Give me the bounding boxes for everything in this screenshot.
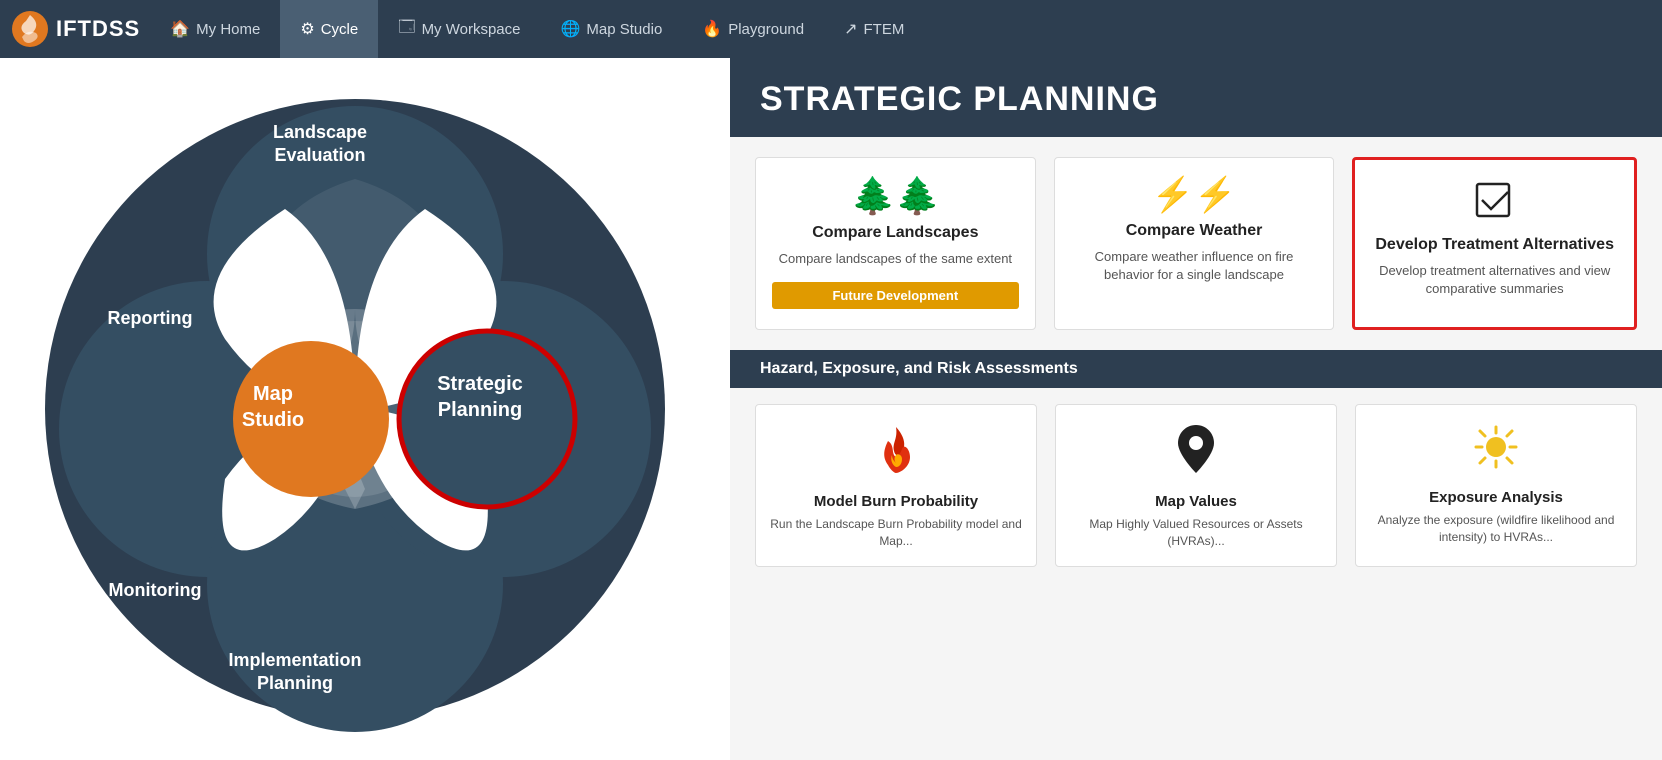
cycle-svg xyxy=(25,79,705,739)
map-values-card[interactable]: Map Values Map Highly Valued Resources o… xyxy=(1055,404,1337,567)
logo-icon xyxy=(10,9,50,49)
lightning-icon: ⚡⚡ xyxy=(1152,178,1237,212)
app-logo: IFTDSS xyxy=(10,9,140,49)
model-burn-desc: Run the Landscape Burn Probability model… xyxy=(770,516,1022,550)
compare-weather-title: Compare Weather xyxy=(1126,222,1263,240)
workspace-icon: 🗔 xyxy=(398,16,415,43)
exposure-analysis-desc: Analyze the exposure (wildfire likelihoo… xyxy=(1370,512,1622,546)
cycle-container: LandscapeEvaluation Reporting Monitoring… xyxy=(25,79,705,739)
flame-icon: 🔥 xyxy=(702,19,722,39)
compare-landscapes-title: Compare Landscapes xyxy=(812,224,978,242)
page-title: STRATEGIC PLANNING xyxy=(760,80,1632,119)
model-burn-card[interactable]: Model Burn Probability Run the Landscape… xyxy=(755,404,1037,567)
exposure-analysis-card[interactable]: Exposure Analysis Analyze the exposure (… xyxy=(1355,404,1637,567)
top-cards-section: 🌲🌲 Compare Landscapes Compare landscapes… xyxy=(730,137,1662,340)
develop-treatment-title: Develop Treatment Alternatives xyxy=(1375,236,1614,254)
fire-icon xyxy=(874,423,918,485)
map-values-title: Map Values xyxy=(1155,493,1237,510)
develop-treatment-desc: Develop treatment alternatives and view … xyxy=(1371,262,1618,307)
develop-treatment-card[interactable]: Develop Treatment Alternatives Develop t… xyxy=(1352,157,1637,330)
future-development-badge: Future Development xyxy=(772,282,1019,309)
nav-playground[interactable]: 🔥 Playground xyxy=(682,0,824,58)
sun-icon xyxy=(1472,423,1520,481)
main-layout: LandscapeEvaluation Reporting Monitoring… xyxy=(0,58,1662,760)
bottom-cards-section: Model Burn Probability Run the Landscape… xyxy=(730,388,1662,577)
model-burn-title: Model Burn Probability xyxy=(814,493,978,510)
nav-ftem[interactable]: ↗ FTEM xyxy=(824,0,924,58)
ftem-icon: ↗ xyxy=(844,19,857,39)
trees-icon: 🌲🌲 xyxy=(851,178,941,214)
right-panel: STRATEGIC PLANNING 🌲🌲 Compare Landscapes… xyxy=(730,58,1662,760)
nav-my-home[interactable]: 🏠 My Home xyxy=(150,0,280,58)
location-pin-icon xyxy=(1176,423,1216,485)
logo-text: IFTDSS xyxy=(56,16,140,42)
nav-cycle[interactable]: ⚙ Cycle xyxy=(280,0,378,58)
globe-icon: 🌐 xyxy=(560,19,580,39)
nav-map-studio[interactable]: 🌐 Map Studio xyxy=(540,0,682,58)
exposure-analysis-title: Exposure Analysis xyxy=(1429,489,1563,506)
compare-landscapes-card[interactable]: 🌲🌲 Compare Landscapes Compare landscapes… xyxy=(755,157,1036,330)
checkbox-icon xyxy=(1473,180,1517,226)
hazard-section-header: Hazard, Exposure, and Risk Assessments xyxy=(730,350,1662,388)
home-icon: 🏠 xyxy=(170,19,190,39)
compare-weather-card[interactable]: ⚡⚡ Compare Weather Compare weather influ… xyxy=(1054,157,1335,330)
map-values-desc: Map Highly Valued Resources or Assets (H… xyxy=(1070,516,1322,550)
cycle-diagram-panel: LandscapeEvaluation Reporting Monitoring… xyxy=(0,58,730,760)
compare-weather-desc: Compare weather influence on fire behavi… xyxy=(1071,248,1318,309)
navbar: IFTDSS 🏠 My Home ⚙ Cycle 🗔 My Workspace … xyxy=(0,0,1662,58)
compare-landscapes-desc: Compare landscapes of the same extent xyxy=(779,250,1012,268)
nav-my-workspace[interactable]: 🗔 My Workspace xyxy=(378,0,540,58)
strategic-planning-header: STRATEGIC PLANNING xyxy=(730,58,1662,137)
cycle-icon: ⚙ xyxy=(300,19,314,39)
